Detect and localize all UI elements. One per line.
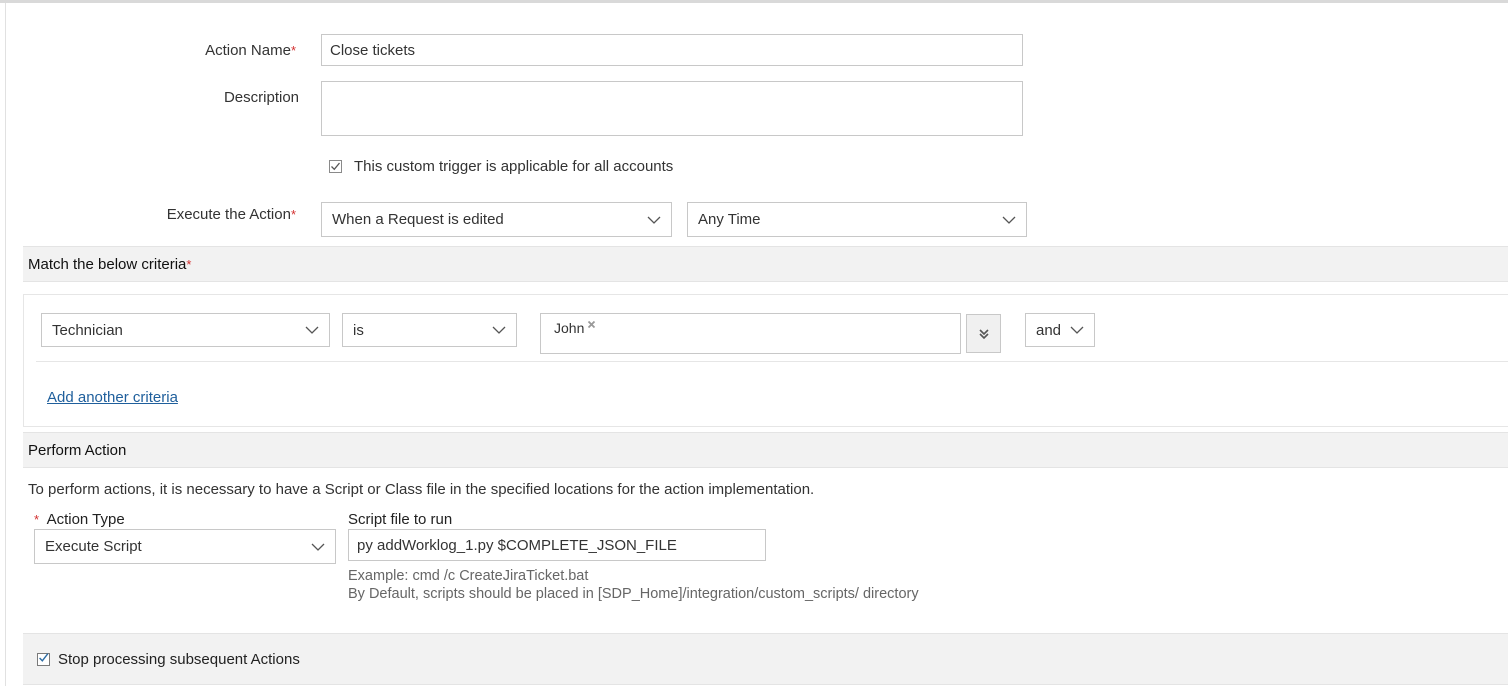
criteria-conjunction-value: and [1036,321,1062,339]
action-type-label-text: Action Type [46,511,125,528]
execute-time-value: Any Time [698,211,761,228]
criteria-header-text: Match the below criteria [28,255,187,273]
chevron-down-icon [1002,216,1016,224]
required-mark: * [34,512,40,527]
required-mark: * [186,256,192,272]
description-label-text: Description [223,89,299,106]
description-label: Description [99,89,299,106]
script-example: Example: cmd /c CreateJiraTicket.bat [348,568,589,584]
script-file-label: Script file to run [348,511,453,528]
action-type-value: Execute Script [45,538,142,555]
criteria-value-input[interactable]: John [540,313,961,354]
action-name-input[interactable] [321,34,1023,66]
execute-action-label-text: Execute the Action [166,206,291,223]
left-border [5,3,6,686]
action-type-select[interactable]: Execute Script [34,529,336,564]
value-chip: John [554,320,960,336]
criteria-field-select[interactable]: Technician [41,313,330,347]
value-picker-button[interactable] [966,314,1001,353]
execute-event-select[interactable]: When a Request is edited [321,202,672,237]
checkmark-icon [331,162,341,171]
all-accounts-label: This custom trigger is applicable for al… [354,158,674,175]
criteria-operator-select[interactable]: is [342,313,517,347]
action-name-label: Action Name* [96,42,296,59]
required-mark: * [290,207,296,222]
criteria-operator-value: is [353,321,364,339]
script-file-input[interactable] [348,529,766,561]
perform-section-header: Perform Action [23,432,1508,468]
chevron-down-icon [492,326,506,334]
all-accounts-option[interactable]: This custom trigger is applicable for al… [329,158,673,175]
criteria-conjunction-select[interactable]: and [1025,313,1095,347]
criteria-field-value: Technician [52,321,123,339]
double-chevron-down-icon [978,328,989,339]
chevron-down-icon [647,216,661,224]
required-mark: * [290,43,296,58]
stop-processing-checkbox[interactable] [37,652,50,666]
criteria-section-header: Match the below criteria * [23,246,1508,282]
stop-processing-label: Stop processing subsequent Actions [58,650,300,668]
script-location-hint: By Default, scripts should be placed in … [348,586,919,602]
chevron-down-icon [305,326,319,334]
perform-note: To perform actions, it is necessary to h… [28,481,815,498]
action-type-label: * Action Type [34,511,125,528]
execute-action-label: Execute the Action* [96,206,296,223]
chevron-down-icon [1070,326,1084,334]
stop-processing-row[interactable]: Stop processing subsequent Actions [23,633,1508,685]
action-name-label-text: Action Name [205,42,291,59]
criteria-divider [36,361,1508,362]
chevron-down-icon [311,543,325,551]
perform-header-text: Perform Action [28,441,127,459]
top-border [0,0,1508,3]
all-accounts-checkbox[interactable] [329,160,342,173]
add-criteria-link[interactable]: Add another criteria [47,389,178,406]
value-chip-label: John [554,320,585,336]
remove-chip-icon[interactable] [587,320,596,329]
execute-event-value: When a Request is edited [332,211,504,228]
execute-time-select[interactable]: Any Time [687,202,1027,237]
description-input[interactable] [321,81,1023,136]
checkmark-icon [39,652,49,662]
